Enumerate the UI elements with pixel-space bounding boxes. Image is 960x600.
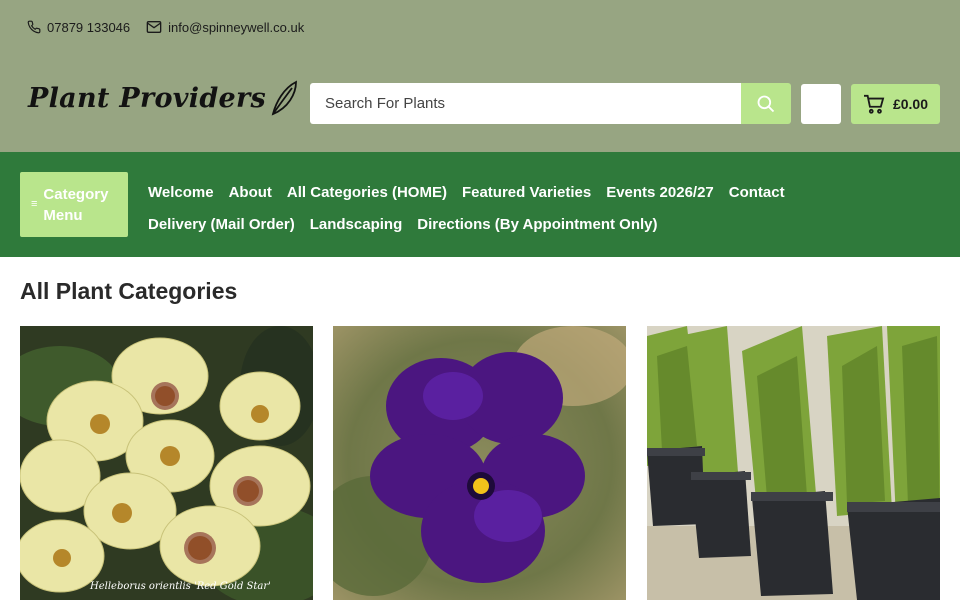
cart-icon — [863, 94, 885, 114]
phone-number: 07879 133046 — [47, 19, 131, 35]
phone-contact[interactable]: 07879 133046 — [27, 20, 130, 35]
category-menu-label: Category Menu — [43, 185, 109, 224]
nav-featured-varieties[interactable]: Featured Varieties — [462, 184, 591, 201]
viola-image — [333, 326, 626, 600]
email-address: info@spinneywell.co.uk — [168, 19, 305, 35]
nav-row-1: Welcome About All Categories (HOME) Feat… — [148, 176, 848, 208]
envelope-icon — [146, 21, 162, 33]
phone-icon — [27, 20, 41, 34]
nav-row-2: Delivery (Mail Order) Landscaping Direct… — [148, 208, 848, 240]
topiary-image — [647, 326, 940, 600]
nav-landscaping[interactable]: Landscaping — [310, 216, 403, 233]
cart-total: £0.00 — [892, 96, 929, 112]
hellebore-image — [20, 326, 313, 600]
category-menu-button[interactable]: ≡ Category Menu — [20, 172, 128, 237]
site-logo[interactable]: Plant Providers — [28, 80, 298, 116]
nav-all-categories[interactable]: All Categories (HOME) — [287, 184, 447, 201]
category-card-topiary[interactable] — [647, 326, 940, 600]
hamburger-icon: ≡ — [31, 198, 38, 210]
search-icon — [757, 95, 775, 112]
category-card-violas[interactable] — [333, 326, 626, 600]
cart-button[interactable]: £0.00 — [851, 84, 940, 124]
logo-text: Plant Providers — [28, 82, 267, 114]
main-nav: Welcome About All Categories (HOME) Feat… — [148, 176, 848, 240]
nav-about[interactable]: About — [229, 184, 272, 201]
card-caption: Helleborus orientlis 'Red Gold Star' — [90, 581, 271, 592]
nav-directions[interactable]: Directions (By Appointment Only) — [417, 216, 657, 233]
search-button[interactable] — [741, 83, 791, 124]
contact-bar: 07879 133046 info@spinneywell.co.uk — [27, 17, 320, 37]
nav-welcome[interactable]: Welcome — [148, 184, 214, 201]
email-contact[interactable]: info@spinneywell.co.uk — [146, 20, 304, 35]
account-button[interactable] — [801, 84, 841, 124]
category-card-hellebores[interactable]: Helleborus orientlis 'Red Gold Star' — [20, 326, 313, 600]
page-title: All Plant Categories — [20, 278, 238, 304]
search-input[interactable] — [310, 83, 741, 124]
nav-delivery[interactable]: Delivery (Mail Order) — [148, 216, 295, 233]
nav-contact[interactable]: Contact — [729, 184, 785, 201]
nav-events[interactable]: Events 2026/27 — [606, 184, 714, 201]
leaf-icon — [271, 80, 297, 116]
